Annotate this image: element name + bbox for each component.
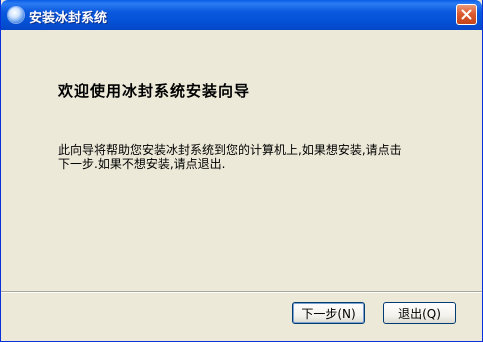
- installer-window: 安装冰封系统 欢迎使用冰封系统安装向导 此向导将帮助您安装冰封系统到您的计算机上…: [0, 0, 483, 342]
- wizard-panel: [1, 30, 482, 118]
- description-line-2: 下一步.如果不想安装,请点退出.: [58, 157, 226, 171]
- close-button[interactable]: [456, 4, 477, 25]
- app-icon: [8, 7, 24, 23]
- title-bar[interactable]: 安装冰封系统: [1, 0, 482, 30]
- close-icon: [461, 9, 472, 20]
- footer-separator: [1, 291, 482, 293]
- window-title: 安装冰封系统: [29, 11, 108, 26]
- quit-button[interactable]: 退出(Q): [383, 302, 456, 324]
- next-button[interactable]: 下一步(N): [292, 302, 365, 324]
- wizard-description: 此向导将帮助您安装冰封系统到您的计算机上,如果想安装,请点击 下一步.如果不想安…: [58, 143, 418, 171]
- description-line-1: 此向导将帮助您安装冰封系统到您的计算机上,如果想安装,请点击: [58, 143, 402, 157]
- wizard-heading: 欢迎使用冰封系统安装向导: [58, 82, 251, 100]
